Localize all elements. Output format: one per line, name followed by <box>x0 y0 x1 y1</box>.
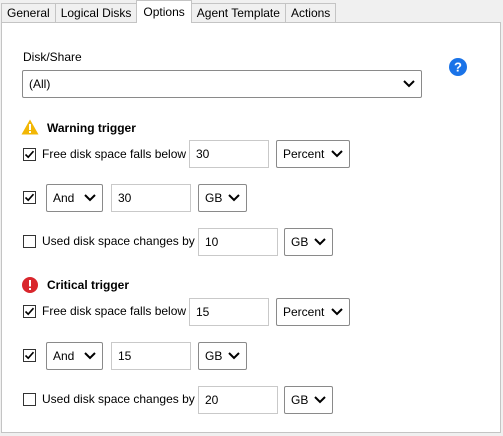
warning-free-space-value: 30 <box>196 147 210 161</box>
warning-free-space-label: Free disk space falls below <box>42 147 187 161</box>
chevron-down-icon <box>228 349 240 363</box>
warning-operator-select[interactable]: And <box>46 184 103 212</box>
critical-and-unit-select[interactable]: GB <box>198 342 247 370</box>
tab-logical-disks[interactable]: Logical Disks <box>54 3 138 22</box>
chevron-down-icon <box>314 235 326 249</box>
critical-operator-select[interactable]: And <box>46 342 103 370</box>
warning-and-value: 30 <box>118 191 132 205</box>
critical-and-checkbox[interactable] <box>23 349 36 362</box>
critical-and-value: 15 <box>118 349 132 363</box>
chevron-down-icon <box>84 191 96 205</box>
disk-share-value: (All) <box>29 77 51 91</box>
options-panel: Disk/Share (All) ? Warning trigger Free … <box>1 22 501 433</box>
warning-free-space-unit-select[interactable]: Percent <box>276 140 350 168</box>
tab-options[interactable]: Options <box>136 0 192 23</box>
warning-used-space-unit-select[interactable]: GB <box>284 228 333 256</box>
critical-used-space-unit-select[interactable]: GB <box>284 386 333 414</box>
critical-free-space-label: Free disk space falls below <box>42 304 187 318</box>
chevron-down-icon <box>314 393 326 407</box>
warning-free-space-input[interactable]: 30 <box>189 140 269 168</box>
warning-trigger-title: Warning trigger <box>47 121 136 135</box>
critical-trigger-title: Critical trigger <box>47 278 130 292</box>
svg-text:?: ? <box>454 60 462 75</box>
critical-used-space-label: Used disk space changes by <box>42 392 195 406</box>
chevron-down-icon <box>331 147 343 161</box>
tab-general[interactable]: General <box>1 3 56 22</box>
warning-and-unit-select[interactable]: GB <box>198 184 247 212</box>
critical-and-input[interactable]: 15 <box>111 342 191 370</box>
tab-bar: General Logical Disks Options Agent Temp… <box>1 0 337 23</box>
warning-and-input[interactable]: 30 <box>111 184 191 212</box>
warning-used-space-checkbox[interactable] <box>23 235 36 248</box>
warning-and-unit: GB <box>205 191 223 205</box>
critical-and-unit: GB <box>205 349 223 363</box>
warning-operator-value: And <box>53 191 75 205</box>
tab-agent-template[interactable]: Agent Template <box>190 3 286 22</box>
critical-icon <box>22 277 38 296</box>
disk-share-label: Disk/Share <box>23 50 82 64</box>
warning-free-space-checkbox[interactable] <box>23 148 36 161</box>
critical-free-space-unit: Percent <box>283 305 325 319</box>
help-icon[interactable]: ? <box>449 58 467 79</box>
warning-and-checkbox[interactable] <box>23 191 36 204</box>
critical-free-space-input[interactable]: 15 <box>189 298 269 326</box>
warning-free-space-unit: Percent <box>283 147 325 161</box>
warning-icon <box>21 119 39 138</box>
chevron-down-icon <box>331 305 343 319</box>
disk-share-select[interactable]: (All) <box>22 70 422 98</box>
chevron-down-icon <box>228 191 240 205</box>
critical-used-space-unit: GB <box>291 393 309 407</box>
critical-free-space-value: 15 <box>196 305 210 319</box>
critical-free-space-checkbox[interactable] <box>23 305 36 318</box>
warning-used-space-label: Used disk space changes by <box>42 234 195 248</box>
warning-used-space-value: 10 <box>205 235 219 249</box>
tab-actions[interactable]: Actions <box>284 3 337 22</box>
critical-used-space-checkbox[interactable] <box>23 393 36 406</box>
chevron-down-icon <box>84 349 96 363</box>
warning-used-space-unit: GB <box>291 235 309 249</box>
warning-used-space-input[interactable]: 10 <box>198 228 278 256</box>
critical-operator-value: And <box>53 349 75 363</box>
critical-free-space-unit-select[interactable]: Percent <box>276 298 350 326</box>
critical-used-space-input[interactable]: 20 <box>198 386 278 414</box>
critical-used-space-value: 20 <box>205 393 219 407</box>
chevron-down-icon <box>403 77 415 91</box>
